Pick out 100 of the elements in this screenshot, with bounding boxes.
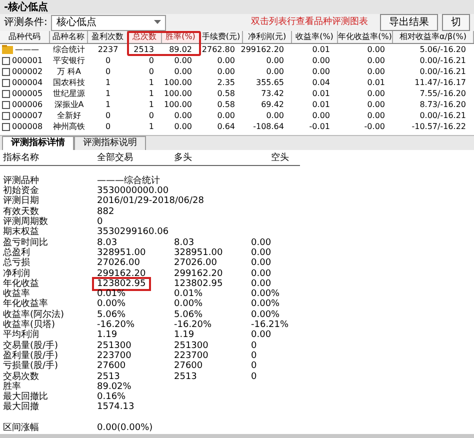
metric-name: 最大回撤 <box>2 401 40 414</box>
metric-name: 收益率(阿尔法) <box>2 308 66 320</box>
metric-name: 评测品种 <box>2 174 40 186</box>
table-row[interactable]: 000008 神州高铁 0 1 0.00 0.64 -108.64 -0.01 -0.00 -10.57/-16.22 <box>0 121 474 132</box>
metric-value: 2513 <box>97 372 120 382</box>
row-checkbox[interactable] <box>2 68 10 76</box>
table-cell: 0.64 <box>217 120 235 132</box>
table-cell: 0.00 <box>312 66 330 78</box>
table-cell: 1 <box>148 76 154 88</box>
toolbar-button[interactable]: 导出结果 <box>380 14 438 31</box>
column-header[interactable]: 品种名称 <box>50 31 88 43</box>
table-cell: 0.04 <box>312 76 330 88</box>
row-checkbox[interactable] <box>2 100 10 108</box>
table-row[interactable]: 000005 世纪星源 1 1 100.00 0.58 73.42 0.01 0.00 7.55/-16.20 <box>0 88 474 99</box>
metric-value: 89.02% <box>97 382 132 392</box>
table-cell: 0.00 <box>266 54 284 66</box>
metric-value: 0.00% <box>97 299 126 310</box>
metric-value: 251300 <box>97 340 132 351</box>
table-cell: 000006 <box>12 98 43 110</box>
condition-dropdown[interactable]: 核心低点 <box>51 14 166 30</box>
column-header[interactable]: 相对收益率α/β(%) <box>393 31 474 43</box>
metric-name: 总盈利 <box>2 246 31 258</box>
row-checkbox[interactable] <box>2 56 10 64</box>
metric-value: 0 <box>97 217 103 228</box>
table-row[interactable]: 000004 国农科技 1 1 100.00 2.35 355.65 0.04 0.01 11.47/-16.17 <box>0 77 474 88</box>
column-header[interactable]: 品种代码 <box>0 31 50 43</box>
table-cell: 全新好 <box>57 110 81 122</box>
table-cell: 0.00 <box>217 54 235 66</box>
metric-value: 27600 <box>174 361 203 372</box>
column-header[interactable]: 净利润(元) <box>243 31 292 43</box>
metric-name: 期末权益 <box>2 226 40 238</box>
table-cell: 0.01 <box>312 44 330 56</box>
table-cell: 0.58 <box>217 88 235 100</box>
column-header: 全部交易 <box>97 152 134 166</box>
table-cell: 0.00/-16.21 <box>420 66 466 78</box>
metric-name: 收益率 <box>2 288 30 300</box>
metric-value: 0.00 <box>251 258 272 268</box>
table-cell: 1 <box>105 88 111 100</box>
row-checkbox[interactable] <box>2 78 10 86</box>
metric-value: 223700 <box>97 350 132 361</box>
table-cell: 0.00 <box>266 110 284 122</box>
metric-value: -16.20% <box>97 320 135 330</box>
metric-value: 5.06% <box>174 310 203 320</box>
table-cell: 综合统计 <box>53 44 85 56</box>
metric-value: 1.19 <box>174 330 194 340</box>
row-checkbox[interactable] <box>2 122 10 130</box>
table-cell: 0.00 <box>367 98 385 110</box>
metric-value: 1.19 <box>97 330 118 340</box>
table-row[interactable]: 000001 平安银行 0 0 0.00 0.00 0.00 0.00 0.00 0.00/-16.21 <box>0 55 474 66</box>
table-cell: 0 <box>148 66 154 78</box>
table-cell: 0.00 <box>312 54 330 66</box>
tab[interactable]: 评测指标详情 <box>2 136 74 150</box>
table-cell: 0.00 <box>174 66 192 78</box>
metric-value: 0.00% <box>174 299 203 310</box>
table-cell: 1 <box>148 98 154 110</box>
row-checkbox[interactable] <box>2 90 10 98</box>
metric-value: 0.00 <box>251 238 272 248</box>
table-row[interactable]: 000007 全新好 0 0 0.00 0.00 0.00 0.00 0.00 0.00/-16.21 <box>0 110 474 121</box>
table-cell: 0 <box>105 66 111 78</box>
table-cell: 11.47/-16.17 <box>414 76 466 88</box>
metric-name: 年化收益率 <box>2 298 49 310</box>
table-cell: 5.06/-16.20 <box>420 44 466 56</box>
toolbar-button[interactable]: 切 <box>442 14 470 31</box>
metric-value: 0.01% <box>174 289 203 300</box>
column-header[interactable]: 收益率(%) <box>292 31 338 43</box>
table-cell: 89.02 <box>169 44 192 56</box>
table-cell: 0.00 <box>367 66 385 78</box>
table-cell: 1 <box>105 98 111 110</box>
hint-text: 双击列表行查看品种评测图表 <box>251 16 368 29</box>
metric-value: 3530000000.00 <box>97 186 169 196</box>
table-cell: 0.00 <box>367 54 385 66</box>
metric-value: 223700 <box>174 350 208 361</box>
column-header[interactable]: 盈利次数 <box>88 31 128 43</box>
row-checkbox[interactable] <box>2 112 10 120</box>
table-row[interactable]: 000006 深振业A 1 1 100.00 0.58 69.42 0.01 0.00 8.73/-16.20 <box>0 99 474 110</box>
table-cell: 100.00 <box>164 76 192 88</box>
table-cell: 73.42 <box>261 88 284 100</box>
table-cell: 0.00/-16.21 <box>420 110 466 122</box>
column-header[interactable]: 年化收益率(%) <box>338 31 393 43</box>
table-cell: 2237 <box>98 44 118 56</box>
metric-value: 3530299160.06 <box>97 227 169 238</box>
table-cell: 8.73/-16.20 <box>420 98 466 110</box>
table-cell: 000008 <box>12 120 43 132</box>
metric-value: -16.20% <box>174 320 212 330</box>
column-header[interactable]: 手续费(元) <box>200 31 243 43</box>
metric-name: 平均利润 <box>2 329 40 340</box>
tab[interactable]: 评测指标说明 <box>74 136 146 150</box>
column-header: 空头 <box>270 152 289 166</box>
metric-value: 0.01% <box>97 289 126 300</box>
table-cell: 0.00 <box>174 54 192 66</box>
table-cell: 0.00/-16.21 <box>420 54 466 66</box>
table-cell: 0.00 <box>367 110 385 122</box>
table-row[interactable]: 000002 万 科A 0 0 0.00 0.00 0.00 0.00 0.00 0.00/-16.21 <box>0 66 474 77</box>
column-header: 指标名称 <box>2 152 40 166</box>
window-title: -核心低点 <box>4 0 48 14</box>
metric-value: 0.00(0.00%) <box>97 422 153 433</box>
table-cell: 0.00 <box>217 66 235 78</box>
metric-value: 0 <box>251 350 257 361</box>
metric-name: 有效天数 <box>2 206 39 217</box>
table-row[interactable]: ——— 综合统计 2237 2513 89.02 2762.80 299162.20 0.01 0.00 5.06/-16.20 <box>0 44 474 55</box>
